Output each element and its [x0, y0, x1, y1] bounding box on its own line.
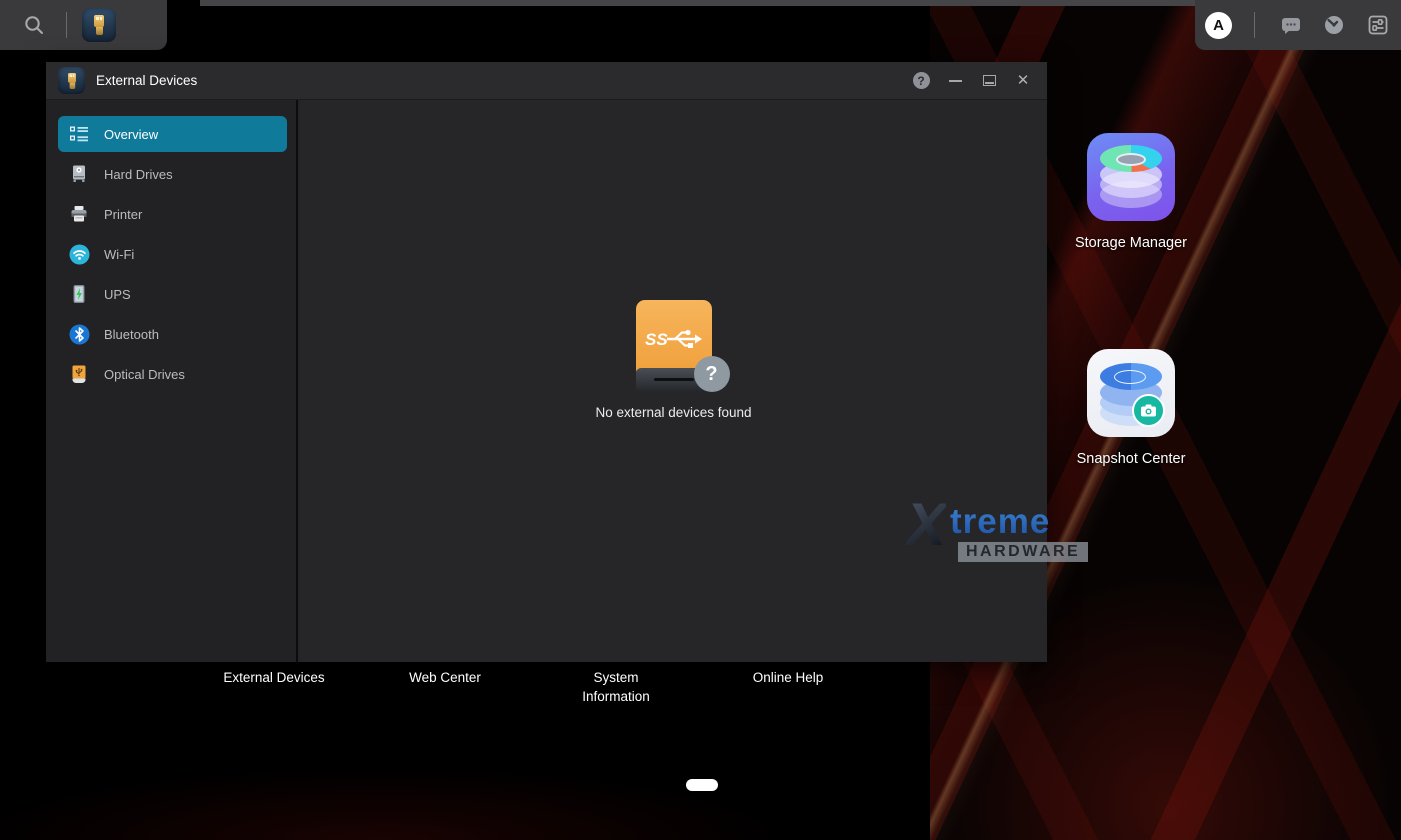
minimize-button[interactable] — [943, 69, 967, 93]
usb-external-devices-icon — [82, 8, 116, 42]
sidebar-item-label: Overview — [104, 127, 158, 142]
close-button[interactable]: ✕ — [1011, 69, 1035, 93]
window-title: External Devices — [96, 73, 197, 88]
ups-battery-icon — [68, 283, 90, 305]
sidebar-item-wifi[interactable]: Wi-Fi — [58, 236, 287, 272]
sidebar-item-overview[interactable]: Overview — [58, 116, 287, 152]
optical-usb-icon — [68, 363, 90, 385]
search-button[interactable] — [14, 5, 54, 45]
sidebar-item-hard-drives[interactable]: Hard Drives — [58, 156, 287, 192]
question-badge: ? — [694, 356, 730, 392]
avatar: A — [1205, 12, 1232, 39]
chat-icon — [1279, 13, 1303, 37]
sidebar-item-label: Printer — [104, 207, 142, 222]
empty-state-text: No external devices found — [514, 405, 834, 420]
wallpaper-glow — [0, 700, 1000, 840]
desktop-icon-external-devices[interactable]: External Devices — [199, 668, 349, 687]
sidebar-item-ups[interactable]: UPS — [58, 276, 287, 312]
window-titlebar[interactable]: External Devices ? ✕ — [46, 62, 1047, 100]
printer-icon — [68, 203, 90, 225]
resource-monitor-icon — [1322, 13, 1346, 37]
desktop-icon-snapshot-center[interactable]: Snapshot Center — [1056, 349, 1206, 467]
sidebar-item-printer[interactable]: Printer — [58, 196, 287, 232]
notifications-button[interactable] — [1271, 5, 1311, 45]
sidebar-item-optical-drives[interactable]: Optical Drives — [58, 356, 287, 392]
taskbar-separator — [1254, 12, 1255, 38]
control-panel-button[interactable] — [1358, 5, 1398, 45]
desktop-icon-online-help[interactable]: Online Help — [713, 668, 863, 687]
usb-drive-question-icon: SS ? — [636, 300, 712, 395]
sidebar-item-label: Wi-Fi — [104, 247, 134, 262]
maximize-button[interactable] — [977, 69, 1001, 93]
resource-monitor-button[interactable] — [1314, 5, 1354, 45]
taskbar-right: A — [1195, 0, 1401, 50]
sidebar-item-label: Hard Drives — [104, 167, 173, 182]
close-icon: ✕ — [1017, 73, 1030, 88]
desktop-icon-label: Snapshot Center — [1056, 451, 1206, 467]
help-button[interactable]: ? — [909, 69, 933, 93]
background-window-edge — [200, 0, 1250, 6]
sidebar-item-bluetooth[interactable]: Bluetooth — [58, 316, 287, 352]
bluetooth-icon — [68, 323, 90, 345]
help-icon: ? — [913, 72, 930, 89]
sidebar-item-label: Bluetooth — [104, 327, 159, 342]
maximize-icon — [983, 75, 996, 86]
desktop-icon-system-information[interactable]: System Information — [561, 668, 671, 706]
sidebar: Overview Hard Drives — [46, 100, 298, 662]
overview-list-icon — [68, 123, 90, 145]
empty-state: SS ? No external devices found — [514, 300, 834, 420]
watermark-treme: treme — [950, 502, 1050, 542]
desktop-icon-label: Storage Manager — [1056, 235, 1206, 251]
taskbar-app-external-devices[interactable] — [79, 5, 119, 45]
minimize-icon — [949, 80, 962, 82]
svg-text:SS: SS — [645, 330, 668, 349]
search-icon — [22, 13, 46, 37]
user-avatar-button[interactable]: A — [1199, 5, 1239, 45]
dock-handle[interactable] — [686, 779, 718, 791]
external-devices-window: External Devices ? ✕ — [46, 62, 1047, 662]
sidebar-item-label: UPS — [104, 287, 131, 302]
camera-badge-icon — [1132, 394, 1165, 427]
control-panel-icon — [1366, 13, 1390, 37]
storage-manager-icon — [1087, 133, 1175, 221]
sidebar-item-label: Optical Drives — [104, 367, 185, 382]
watermark-x: X — [906, 490, 946, 559]
snapshot-center-icon — [1087, 349, 1175, 437]
wifi-icon — [68, 243, 90, 265]
desktop-icon-web-center[interactable]: Web Center — [370, 668, 520, 687]
desktop-icon-storage-manager[interactable]: Storage Manager — [1056, 133, 1206, 251]
taskbar-separator — [66, 12, 67, 38]
window-content: SS ? No external devices found X treme H… — [300, 100, 1047, 662]
usb-external-devices-icon — [58, 67, 85, 94]
hard-drive-icon — [68, 163, 90, 185]
taskbar-left — [0, 0, 167, 50]
